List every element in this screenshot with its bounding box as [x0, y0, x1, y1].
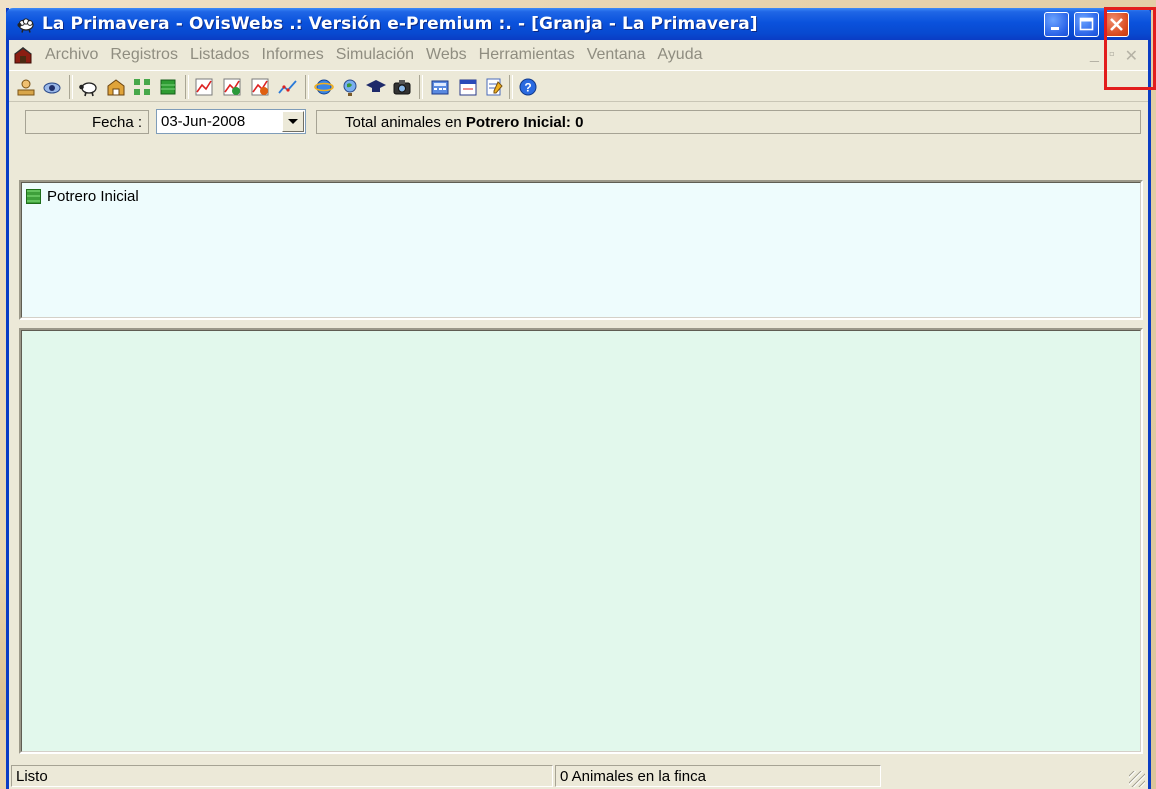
camera-icon[interactable] — [391, 76, 413, 98]
date-dropdown-button[interactable] — [282, 111, 304, 132]
menu-informes[interactable]: Informes — [256, 46, 330, 64]
chart-remove-icon[interactable] — [249, 76, 271, 98]
status-extra — [883, 765, 1145, 787]
sheep-icon[interactable] — [77, 76, 99, 98]
status-bar: Listo 0 Animales en la finca — [9, 763, 1148, 789]
tree-item[interactable]: Potrero Inicial — [26, 188, 139, 205]
title-bar[interactable]: La Primavera - OvisWebs .: Versión e-Pre… — [6, 8, 1151, 40]
fecha-label: Fecha : — [25, 110, 149, 134]
window-title: La Primavera - OvisWebs .: Versión e-Pre… — [42, 14, 758, 34]
barn-icon[interactable] — [105, 76, 127, 98]
menu-webs[interactable]: Webs — [420, 46, 473, 64]
sheep-app-icon — [17, 18, 34, 33]
toolbar-separator — [69, 75, 73, 99]
menu-archivo[interactable]: Archivo — [39, 46, 104, 64]
pane-border — [21, 330, 1141, 752]
menu-ventana[interactable]: Ventana — [581, 46, 652, 64]
view-icon[interactable] — [41, 76, 63, 98]
trend-icon[interactable] — [277, 76, 299, 98]
globe-icon[interactable] — [339, 76, 361, 98]
menu-herramientas[interactable]: Herramientas — [473, 46, 581, 64]
resize-grip[interactable] — [1129, 771, 1145, 787]
total-prefix: Total animales en — [345, 114, 462, 131]
chart-add-icon[interactable] — [221, 76, 243, 98]
internet-icon[interactable] — [313, 76, 335, 98]
herd-icon[interactable] — [131, 76, 153, 98]
toolbar: ? — [9, 70, 1148, 102]
app-window: La Primavera - OvisWebs .: Versión e-Pre… — [6, 8, 1151, 789]
mdi-minimize-button[interactable]: _ — [1090, 46, 1099, 66]
menu-simulacion[interactable]: Simulación — [330, 46, 420, 64]
barn-menu-icon[interactable] — [13, 45, 33, 65]
date-value: 03-Jun-2008 — [161, 113, 246, 130]
total-animals-panel: Total animales en Potrero Inicial: 0 — [316, 110, 1141, 134]
graduate-icon[interactable] — [365, 76, 387, 98]
menu-ayuda[interactable]: Ayuda — [651, 46, 708, 64]
svg-text:?: ? — [524, 81, 531, 95]
chevron-down-icon — [288, 119, 298, 124]
toolbar-separator — [185, 75, 189, 99]
animal-count-status: 0 Animales en la finca — [555, 765, 881, 787]
animals-list-pane[interactable] — [19, 328, 1143, 754]
menu-listados[interactable]: Listados — [184, 46, 256, 64]
help-icon[interactable]: ? — [517, 76, 539, 98]
calendar-icon[interactable] — [457, 76, 479, 98]
paddock-tree-pane[interactable]: Potrero Inicial — [19, 180, 1143, 320]
menu-bar: Archivo Registros Listados Informes Simu… — [9, 40, 1148, 70]
minimize-button[interactable] — [1044, 12, 1069, 37]
total-value: Potrero Inicial: 0 — [465, 114, 584, 131]
toolbar-separator — [305, 75, 309, 99]
maximize-button[interactable] — [1074, 12, 1099, 37]
paddock-icon — [26, 189, 41, 204]
notes-icon[interactable] — [483, 76, 505, 98]
toolbar-separator — [509, 75, 513, 99]
paddock-icon[interactable] — [157, 76, 179, 98]
date-bar: Fecha : 03-Jun-2008 Total animales en Po… — [9, 103, 1148, 141]
minimize-icon — [1051, 27, 1059, 30]
tree-item-label: Potrero Inicial — [47, 188, 139, 205]
date-picker[interactable]: 03-Jun-2008 — [156, 109, 306, 134]
maximize-icon — [1079, 17, 1094, 31]
status-text: Listo — [11, 765, 553, 787]
calculator-icon[interactable] — [429, 76, 451, 98]
toolbar-separator — [419, 75, 423, 99]
chart-icon[interactable] — [193, 76, 215, 98]
menu-registros[interactable]: Registros — [104, 46, 184, 64]
menu-items: Archivo Registros Listados Informes Simu… — [39, 46, 709, 64]
highlight-box — [1104, 7, 1156, 90]
pane-border — [21, 182, 1141, 318]
edit-icon[interactable] — [15, 76, 37, 98]
